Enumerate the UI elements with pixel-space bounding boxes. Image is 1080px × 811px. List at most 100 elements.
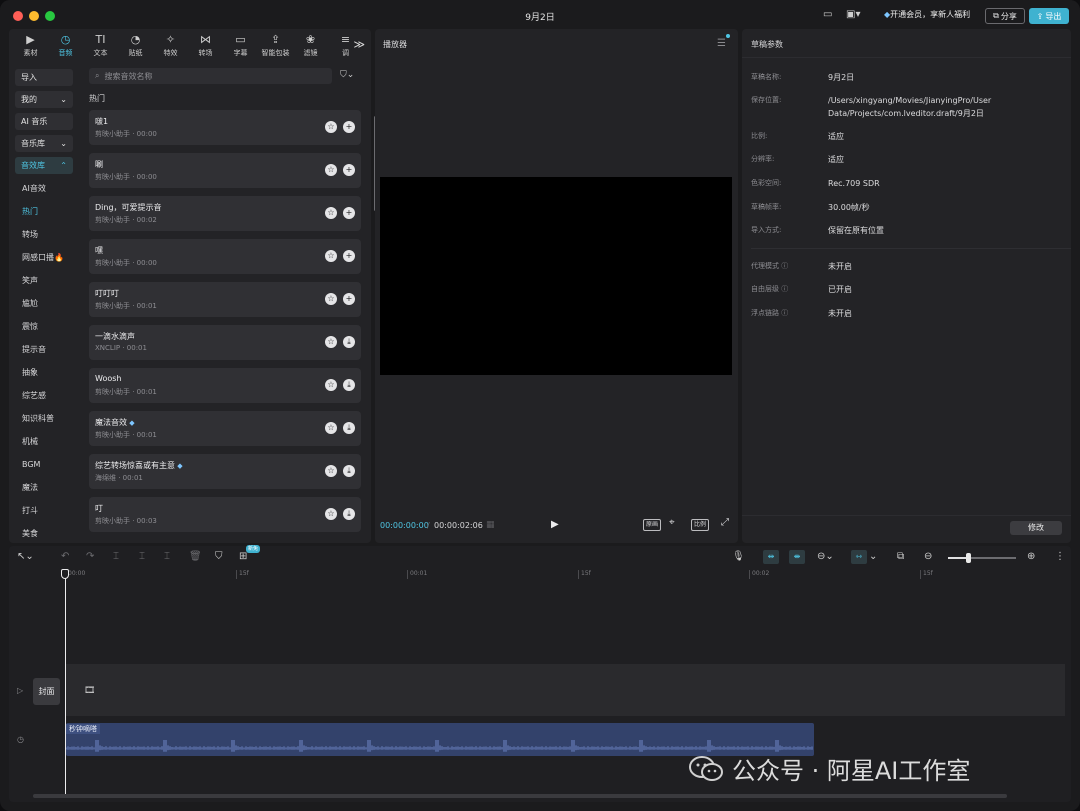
tab-text[interactable]: TI 文本 — [83, 29, 118, 61]
sound-item[interactable]: Ding，可爱提示音 剪映小助手 · 00:02 ☆ + — [89, 196, 361, 231]
category-item[interactable]: 美食 — [9, 522, 79, 543]
import-button[interactable]: 导入 — [15, 69, 73, 86]
favorite-star-icon[interactable]: ☆ — [325, 465, 337, 477]
search-box[interactable]: ⌕ — [89, 68, 332, 84]
main-track[interactable] — [65, 664, 1065, 716]
auto-snap-icon[interactable]: ⇼ — [789, 550, 805, 564]
category-item[interactable]: 笑声 — [9, 269, 79, 292]
add-icon[interactable]: + — [343, 293, 355, 305]
tab-effects[interactable]: ✧ 特效 — [153, 29, 188, 61]
layout-icon[interactable]: ▣▾ — [846, 9, 860, 22]
favorite-star-icon[interactable]: ☆ — [325, 336, 337, 348]
sound-item[interactable]: 叮叮叮 剪映小助手 · 00:01 ☆ + — [89, 282, 361, 317]
more-icon[interactable]: ⋮ — [1055, 551, 1065, 562]
sound-item[interactable]: 叮剪映小助手 · 00:03 ☆ ⤓ — [89, 497, 361, 532]
sound-item[interactable]: 综艺转场惊喜或有主意 ◆ 海绵维 · 00:01 ☆ ⤓ — [89, 454, 361, 489]
favorite-star-icon[interactable]: ☆ — [325, 207, 337, 219]
delete-icon[interactable]: 🗑 — [189, 551, 202, 562]
tab-audio[interactable]: ◷ 音频 — [48, 29, 83, 61]
download-icon[interactable]: ⤓ — [343, 379, 355, 391]
shortcut-icon[interactable]: ▭ — [823, 9, 832, 22]
category-item[interactable]: 尴尬 — [9, 292, 79, 315]
category-item[interactable]: 热门 — [9, 200, 79, 223]
category-item[interactable]: 转场 — [9, 223, 79, 246]
favorite-star-icon[interactable]: ☆ — [325, 250, 337, 262]
sound-item[interactable]: 啵1 剪映小助手 · 00:00 ☆ + — [89, 110, 361, 145]
playhead-handle[interactable] — [61, 569, 69, 579]
quality-button[interactable]: 原画 — [643, 519, 662, 531]
shield-icon[interactable]: ⛉ — [215, 551, 223, 562]
cover-button[interactable]: 封面 — [33, 678, 60, 705]
split-left-icon[interactable]: ⌶ — [139, 551, 145, 562]
playhead[interactable] — [65, 569, 66, 795]
sound-item[interactable]: 魔法音效 ◆ 剪映小助手 · 00:01 ☆ ⤓ — [89, 411, 361, 446]
ai-tool-icon[interactable]: ⊞ — [239, 551, 247, 562]
tab-filter[interactable]: ❀ 滤镜 — [293, 29, 328, 61]
redo-icon[interactable]: ↷ — [86, 551, 94, 562]
favorite-star-icon[interactable]: ☆ — [325, 422, 337, 434]
sound-item[interactable]: 一滴水滴声 XNCLIP · 00:01 ☆ ⤓ — [89, 325, 361, 360]
category-item[interactable]: BGM — [9, 453, 79, 476]
zoom-slider[interactable] — [948, 557, 1016, 559]
sound-item[interactable]: 嘿剪映小助手 · 00:00 ☆ + — [89, 239, 361, 274]
sound-item[interactable]: Woosh 剪映小助手 · 00:01 ☆ ⤓ — [89, 368, 361, 403]
timeline-ruler[interactable]: 00:00 15f 00:01 15f 00:02 15f — [65, 570, 1065, 582]
share-button[interactable]: ⧉ 分享 — [985, 8, 1025, 24]
help-icon[interactable]: ⓘ — [779, 309, 788, 317]
zoom-in-icon[interactable]: ⊕ — [1027, 551, 1035, 562]
download-icon[interactable]: ⤓ — [343, 465, 355, 477]
favorite-star-icon[interactable]: ☆ — [325, 379, 337, 391]
filter-sort-icon[interactable]: ⛉⌄ — [340, 70, 354, 80]
tab-media[interactable]: ▶ 素材 — [13, 29, 48, 61]
split-icon[interactable]: ⌶ — [113, 551, 119, 562]
export-button[interactable]: ⇪ 导出 — [1029, 8, 1069, 24]
help-icon[interactable]: ⓘ — [779, 285, 788, 293]
tab-subtitle[interactable]: ▭ 字幕 — [223, 29, 258, 61]
favorite-star-icon[interactable]: ☆ — [325, 121, 337, 133]
linkage-icon[interactable]: ⊖⌄ — [817, 551, 834, 562]
fit-timeline-icon[interactable]: ⧉ — [897, 551, 904, 562]
mine-dropdown[interactable]: 我的 ⌄ — [15, 91, 73, 108]
category-item[interactable]: 震惊 — [9, 315, 79, 338]
microphone-icon[interactable]: 🎙 — [732, 551, 745, 562]
zoom-out-icon[interactable]: ⊖ — [924, 551, 932, 562]
search-input[interactable] — [104, 71, 305, 81]
fullscreen-icon[interactable]: ⤢ — [721, 517, 729, 528]
ai-music-button[interactable]: AI 音乐 — [15, 113, 73, 130]
category-item[interactable]: 知识科普 — [9, 407, 79, 430]
play-button[interactable]: ▶ — [551, 519, 559, 530]
favorite-star-icon[interactable]: ☆ — [325, 164, 337, 176]
category-item[interactable]: 机械 — [9, 430, 79, 453]
download-icon[interactable]: ⤓ — [343, 422, 355, 434]
category-item[interactable]: 抽象 — [9, 361, 79, 384]
undo-icon[interactable]: ↶ — [61, 551, 69, 562]
download-icon[interactable]: ⤓ — [343, 508, 355, 520]
category-item[interactable]: AI音效 — [9, 177, 79, 200]
category-item[interactable]: 网感口播🔥 — [9, 246, 79, 269]
category-item[interactable]: 魔法 — [9, 476, 79, 499]
preview-axis-icon[interactable]: ⇿ — [851, 550, 867, 564]
tab-transition[interactable]: ⋈ 转场 — [188, 29, 223, 61]
sound-item[interactable]: 唰剪映小助手 · 00:00 ☆ + — [89, 153, 361, 188]
focus-icon[interactable]: ⌖ — [669, 517, 675, 528]
add-icon[interactable]: + — [343, 250, 355, 262]
select-tool-icon[interactable]: ↖⌄ — [17, 551, 34, 562]
main-track-magnet-icon[interactable]: ⇹ — [763, 550, 779, 564]
timeline-scrollbar[interactable] — [33, 794, 1007, 798]
download-icon[interactable]: ⤓ — [343, 336, 355, 348]
category-item[interactable]: 打斗 — [9, 499, 79, 522]
grid-icon[interactable]: ▦ — [486, 520, 495, 530]
more-tabs-icon[interactable]: ≫ — [353, 38, 365, 51]
category-item[interactable]: 综艺感 — [9, 384, 79, 407]
add-icon[interactable]: + — [343, 164, 355, 176]
sfx-library-dropdown[interactable]: 音效库 ⌃ — [15, 157, 73, 174]
music-library-dropdown[interactable]: 音乐库 ⌄ — [15, 135, 73, 152]
favorite-star-icon[interactable]: ☆ — [325, 293, 337, 305]
tab-smart-pack[interactable]: ⇪ 智能包装 — [258, 29, 293, 61]
help-icon[interactable]: ⓘ — [779, 262, 788, 270]
category-item[interactable]: 提示音 — [9, 338, 79, 361]
tab-sticker[interactable]: ◔ 贴纸 — [118, 29, 153, 61]
favorite-star-icon[interactable]: ☆ — [325, 508, 337, 520]
vip-promo[interactable]: ◆开通会员，享新人福利 — [884, 9, 970, 20]
add-icon[interactable]: + — [343, 207, 355, 219]
